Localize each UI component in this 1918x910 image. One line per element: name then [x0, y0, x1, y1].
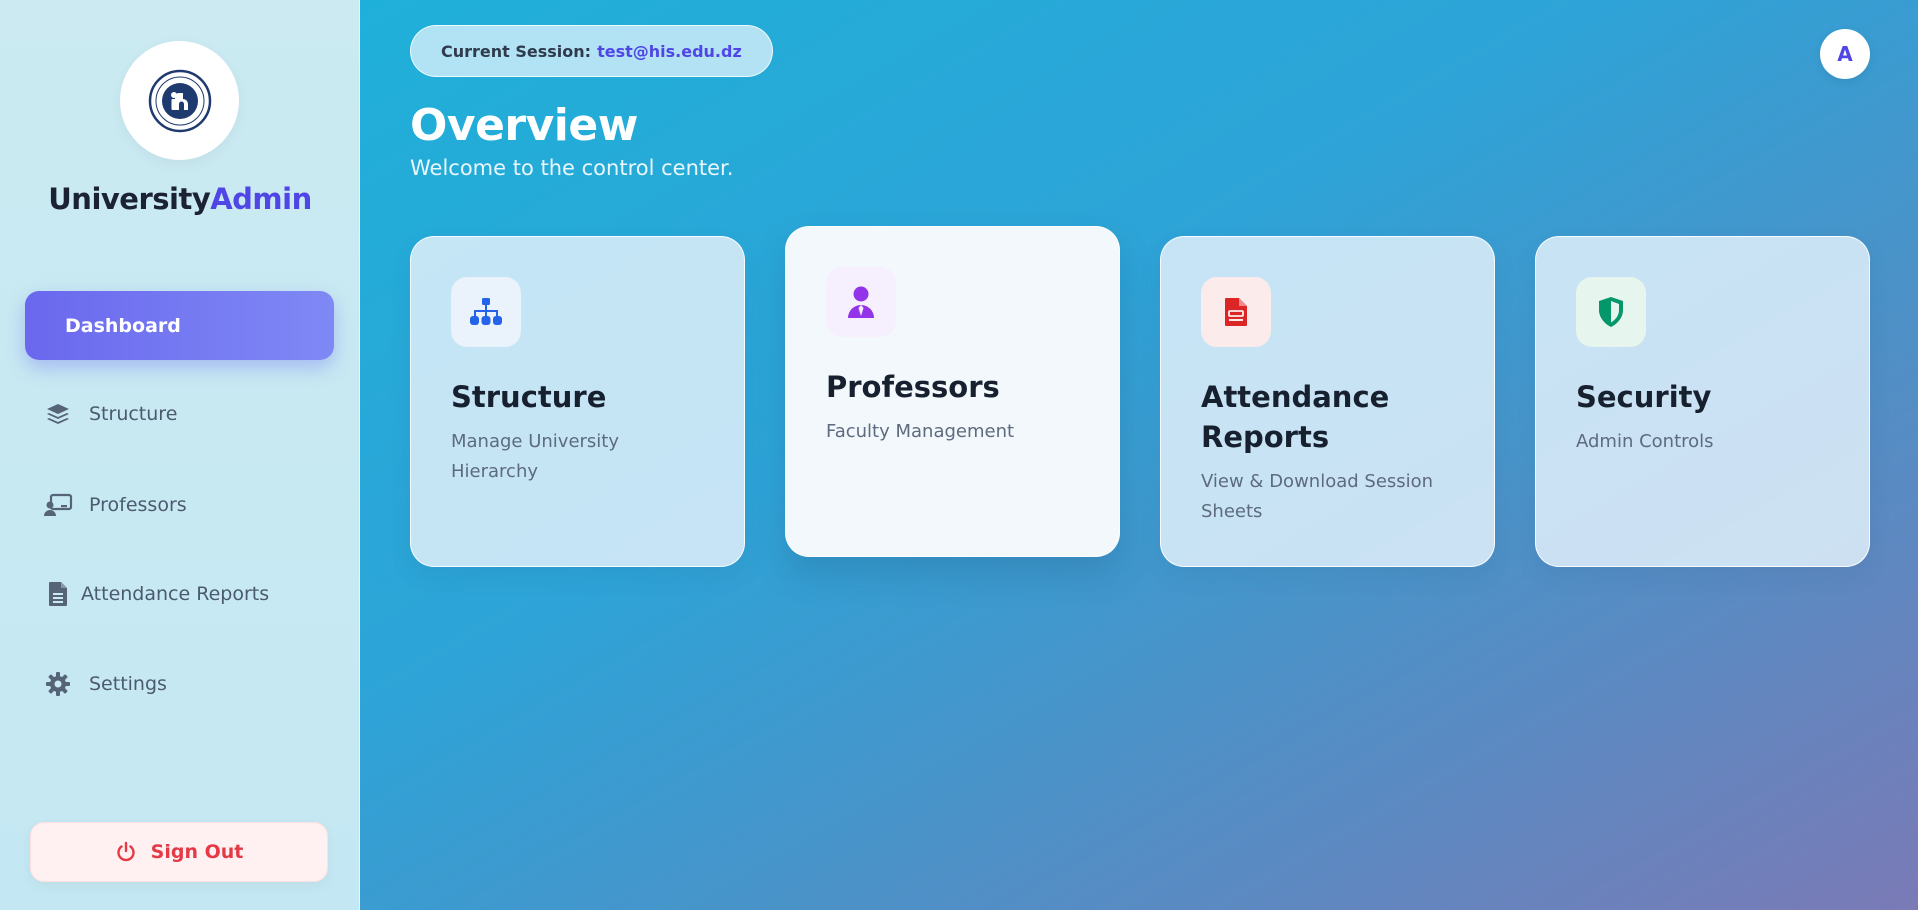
brand-title-part1: University	[48, 182, 211, 216]
brand-title: UniversityAdmin	[0, 182, 360, 216]
sidebar-item-professors[interactable]: Professors	[25, 470, 334, 539]
session-badge: Current Session: test@his.edu.dz	[410, 25, 773, 77]
sidebar-item-label: Attendance Reports	[81, 582, 270, 605]
sign-out-label: Sign Out	[150, 841, 244, 863]
card-security[interactable]: Security Admin Controls	[1535, 236, 1870, 567]
sidebar-item-structure[interactable]: Structure	[25, 379, 334, 448]
file-report-icon	[1201, 277, 1271, 347]
gear-icon	[43, 669, 73, 699]
card-professors[interactable]: Professors Faculty Management	[785, 226, 1120, 557]
sidebar-item-label: Settings	[89, 672, 167, 695]
user-tie-icon	[826, 267, 896, 337]
shield-icon	[1576, 277, 1646, 347]
card-title: Structure	[451, 380, 607, 414]
card-title: Professors	[826, 370, 1000, 404]
university-seal-icon	[148, 69, 211, 132]
card-title: Security	[1576, 380, 1712, 414]
session-email: test@his.edu.dz	[597, 41, 742, 61]
layers-icon	[43, 399, 73, 429]
page-subtitle: Welcome to the control center.	[410, 156, 734, 180]
card-description: Manage University Hierarchy	[451, 431, 620, 482]
file-lines-icon	[43, 579, 73, 609]
sidebar-item-label: Professors	[89, 493, 187, 516]
card-structure[interactable]: Structure Manage University Hierarchy	[410, 236, 745, 567]
card-description: View & Download Session Sheets	[1201, 471, 1434, 522]
card-description: Faculty Management	[826, 421, 1015, 442]
card-description: Admin Controls	[1576, 431, 1714, 452]
sidebar-item-label: Dashboard	[65, 314, 181, 337]
main-content: Current Session: test@his.edu.dz A Overv…	[360, 0, 1918, 910]
page-title: Overview	[410, 100, 638, 151]
sidebar-item-dashboard[interactable]: Dashboard	[25, 291, 334, 360]
sidebar-item-settings[interactable]: Settings	[25, 649, 334, 718]
sitemap-icon	[451, 277, 521, 347]
chalkboard-user-icon	[43, 490, 73, 520]
avatar[interactable]: A	[1820, 29, 1870, 79]
brand-title-part2: Admin	[210, 182, 312, 216]
sidebar-item-label: Structure	[89, 402, 178, 425]
card-attendance-reports[interactable]: Attendance Reports View & Download Sessi…	[1160, 236, 1495, 567]
sidebar-item-attendance-reports[interactable]: Attendance Reports	[25, 559, 334, 628]
university-logo	[120, 41, 239, 160]
sign-out-button[interactable]: Sign Out	[30, 822, 328, 882]
power-icon	[115, 840, 139, 864]
sidebar: UniversityAdmin Dashboard Structure Prof…	[0, 0, 360, 910]
card-title: Attendance Reports	[1201, 380, 1390, 454]
session-label: Current Session:	[441, 41, 592, 61]
